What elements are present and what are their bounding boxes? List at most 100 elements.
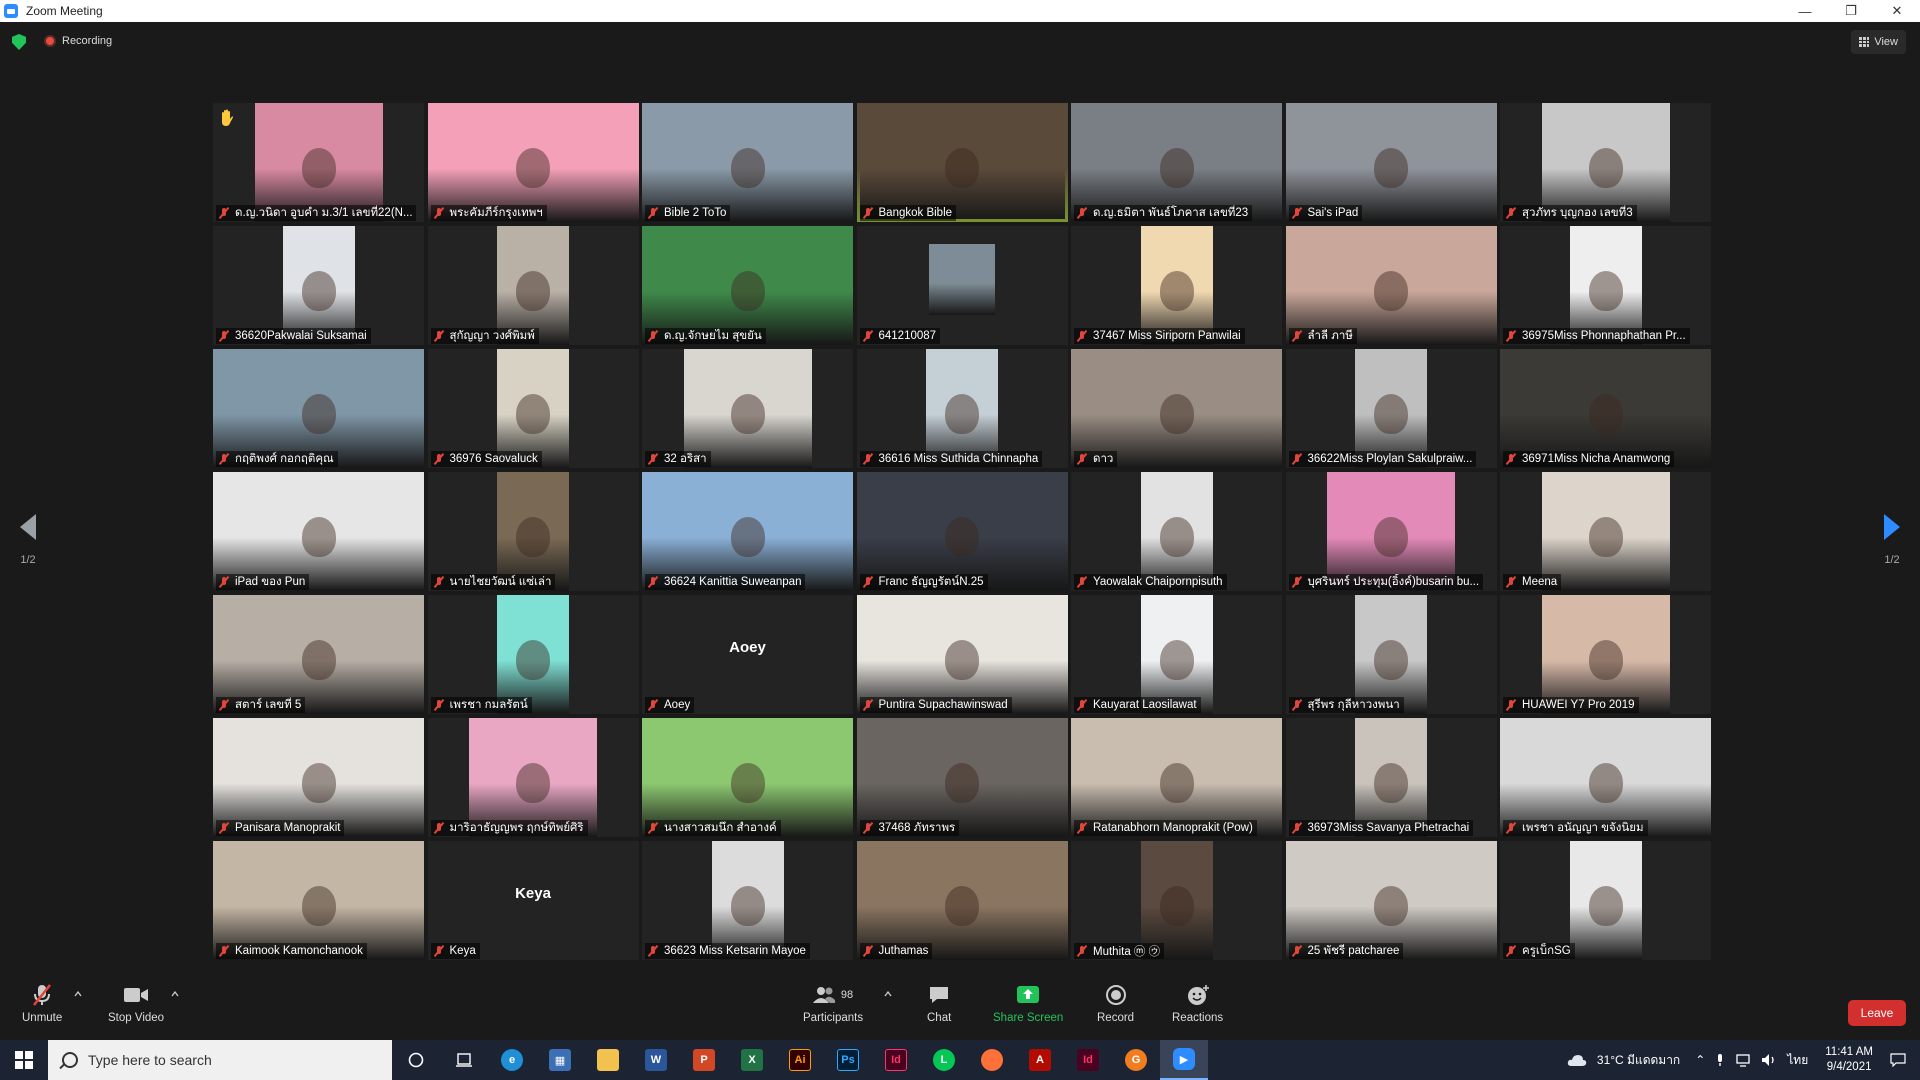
notifications-icon[interactable] xyxy=(1890,1053,1906,1067)
participant-tile[interactable]: กฤติพงศ์ กอกฤติคุณ xyxy=(213,349,424,468)
participant-tile[interactable]: เพรชา กมลรัตน์ xyxy=(427,595,639,714)
taskbar-acrobat[interactable]: A xyxy=(1016,1040,1064,1080)
participant-tile[interactable]: สุวภัทร บุญกอง เลขที่3 xyxy=(1500,103,1711,222)
participant-tile[interactable]: สตาร์ เลขที่ 5 xyxy=(213,595,424,714)
next-page-button[interactable] xyxy=(1880,512,1904,552)
participant-tile[interactable]: Meena xyxy=(1500,472,1711,591)
taskbar-powerpoint[interactable]: P xyxy=(680,1040,728,1080)
participant-tile[interactable]: iPad ของ Pun xyxy=(213,472,424,591)
participant-tile[interactable]: 36616 Miss Suthida Chinnapha xyxy=(856,349,1068,468)
participant-tile[interactable]: Kaimook Kamonchanook xyxy=(213,841,424,960)
view-button[interactable]: View xyxy=(1851,30,1906,54)
participant-name-label: 36973Miss Savanya Phetrachai xyxy=(1288,820,1474,836)
mic-muted-icon xyxy=(433,699,445,711)
share-screen-button[interactable]: Share Screen xyxy=(993,983,1063,1024)
participant-tile[interactable]: เพรชา อนัญญา ขจังนิยม xyxy=(1500,718,1711,837)
participant-tile[interactable]: HUAWEI Y7 Pro 2019 xyxy=(1500,595,1711,714)
unmute-button[interactable]: Unmute xyxy=(22,983,62,1024)
participant-tile[interactable]: 36624 Kanittia Suweanpan xyxy=(642,472,853,591)
taskbar-indesign[interactable]: Id xyxy=(872,1040,920,1080)
taskbar-word[interactable]: W xyxy=(632,1040,680,1080)
participant-tile[interactable]: 36973Miss Savanya Phetrachai xyxy=(1285,718,1497,837)
taskbar-clock[interactable]: 11:41 AM 9/4/2021 xyxy=(1825,1045,1873,1075)
taskbar-photoshop[interactable]: Ps xyxy=(824,1040,872,1080)
participant-tile[interactable]: 641210087 xyxy=(856,226,1068,345)
participant-tile[interactable]: Bible 2 ToTo xyxy=(642,103,853,222)
record-button[interactable]: Record xyxy=(1097,983,1134,1024)
taskbar-firefox[interactable] xyxy=(968,1040,1016,1080)
participant-tile[interactable]: 36975Miss Phonnaphathan Pr... xyxy=(1500,226,1711,345)
previous-page-button[interactable] xyxy=(16,512,40,552)
participant-tile[interactable]: Aoey Aoey xyxy=(642,595,853,714)
participant-tile[interactable]: Panisara Manoprakit xyxy=(213,718,424,837)
restore-button[interactable]: ❐ xyxy=(1828,0,1874,22)
taskbar-zoom[interactable]: ▶ xyxy=(1160,1040,1208,1080)
participant-tile[interactable]: สุรีพร กุลีหาวงพนา xyxy=(1285,595,1497,714)
participant-tile[interactable]: นายไชยวัฒน์ แซ่เล่า xyxy=(427,472,639,591)
weather-text[interactable]: 31°C มีแดดมาก xyxy=(1597,1051,1680,1070)
participant-tile[interactable]: พระคัมภีร์กรุงเทพฯ xyxy=(427,103,639,222)
person-silhouette xyxy=(301,517,336,558)
taskbar-grammarly[interactable]: G xyxy=(1112,1040,1160,1080)
task-view-button[interactable] xyxy=(440,1040,488,1080)
cortana-button[interactable] xyxy=(392,1040,440,1080)
participant-tile[interactable]: Puntira Supachawinswad xyxy=(856,595,1068,714)
participant-tile[interactable]: ด.ญ.ธมิตา พันธ์โภคาส เลขที่23 xyxy=(1071,103,1282,222)
participant-tile[interactable]: Muthita ⓜ ㋒ xyxy=(1071,841,1282,960)
participant-tile[interactable]: 36620Pakwalai Suksamai xyxy=(213,226,424,345)
participant-tile[interactable]: 32 อริสา xyxy=(642,349,853,468)
participant-tile[interactable]: ครูเบ็กSG xyxy=(1500,841,1711,960)
chat-button[interactable]: Chat xyxy=(927,983,951,1024)
mic-muted-icon xyxy=(218,453,230,465)
participant-tile[interactable]: 36971Miss Nicha Anamwong xyxy=(1500,349,1711,468)
participant-tile[interactable]: Bangkok Bible xyxy=(856,103,1068,222)
leave-button[interactable]: Leave xyxy=(1848,1000,1906,1026)
participant-tile[interactable]: Ratanabhorn Manoprakit (Pow) xyxy=(1071,718,1282,837)
participant-tile[interactable]: ด.ญ.วนิดา อูบคำ ม.3/1 เลขที่22(N... xyxy=(213,103,424,222)
person-silhouette xyxy=(1159,640,1194,681)
stop-video-button[interactable]: Stop Video xyxy=(108,983,164,1024)
participants-button[interactable]: 98 Participants xyxy=(803,983,863,1024)
taskbar-search[interactable]: Type here to search xyxy=(48,1040,392,1080)
participant-tile[interactable]: 36622Miss Ploylan Sakulpraiw... xyxy=(1285,349,1497,468)
tray-chevron-up-icon[interactable]: ⌃ xyxy=(1695,1053,1705,1067)
participant-tile[interactable]: Sai's iPad xyxy=(1285,103,1497,222)
participant-tile[interactable]: Franc ธัญญรัตน์N.25 xyxy=(856,472,1068,591)
security-shield-icon[interactable] xyxy=(12,34,26,50)
participant-tile[interactable]: บุศรินทร์ ประทุม(อิ้งค์)busarin bu... xyxy=(1285,472,1497,591)
network-icon[interactable] xyxy=(1735,1053,1751,1067)
participant-tile[interactable]: ดาว xyxy=(1071,349,1282,468)
participant-tile[interactable]: Juthamas xyxy=(856,841,1068,960)
audio-options-caret-icon[interactable] xyxy=(74,991,82,997)
recording-indicator[interactable]: Recording xyxy=(44,35,112,47)
close-button[interactable]: ✕ xyxy=(1874,0,1920,22)
participant-tile[interactable]: นางสาวสมนึก สำอางค์ xyxy=(642,718,853,837)
participant-tile[interactable]: มาริอาธัญญพร ฤกษ์ทิพย์ศิริ xyxy=(427,718,639,837)
participant-tile[interactable]: 37467 Miss Siriporn Panwilai xyxy=(1071,226,1282,345)
participant-tile[interactable]: 36623 Miss Ketsarin Mayoe xyxy=(642,841,853,960)
taskbar-file-explorer[interactable] xyxy=(584,1040,632,1080)
taskbar-excel[interactable]: X xyxy=(728,1040,776,1080)
video-options-caret-icon[interactable] xyxy=(171,991,179,997)
taskbar-indesign-2[interactable]: Id xyxy=(1064,1040,1112,1080)
participant-tile[interactable]: ด.ญ.จักษยไม สุขยัน xyxy=(642,226,853,345)
minimize-button[interactable]: — xyxy=(1782,0,1828,22)
participants-options-caret-icon[interactable] xyxy=(884,991,892,997)
taskbar-calculator[interactable]: ▦ xyxy=(536,1040,584,1080)
participant-tile[interactable]: Kauyarat Laosilawat xyxy=(1071,595,1282,714)
participant-tile[interactable]: สุกัญญา วงศ์พิมพ์ xyxy=(427,226,639,345)
input-language[interactable]: ไทย xyxy=(1787,1051,1808,1070)
participant-tile[interactable]: 25 พัชรี patcharee xyxy=(1285,841,1497,960)
participant-tile[interactable]: 36976 Saovaluck xyxy=(427,349,639,468)
taskbar-illustrator[interactable]: Ai xyxy=(776,1040,824,1080)
reactions-button[interactable]: Reactions xyxy=(1172,983,1223,1024)
taskbar-line[interactable]: L xyxy=(920,1040,968,1080)
microphone-icon[interactable] xyxy=(1715,1053,1725,1067)
volume-icon[interactable] xyxy=(1761,1053,1777,1067)
participant-tile[interactable]: 37468 ภัทราพร xyxy=(856,718,1068,837)
participant-tile[interactable]: Keya Keya xyxy=(427,841,639,960)
start-button[interactable] xyxy=(0,1040,48,1080)
participant-tile[interactable]: Yaowalak Chaipornpisuth xyxy=(1071,472,1282,591)
participant-tile[interactable]: ลำลี ภาษี xyxy=(1285,226,1497,345)
taskbar-edge[interactable]: e xyxy=(488,1040,536,1080)
